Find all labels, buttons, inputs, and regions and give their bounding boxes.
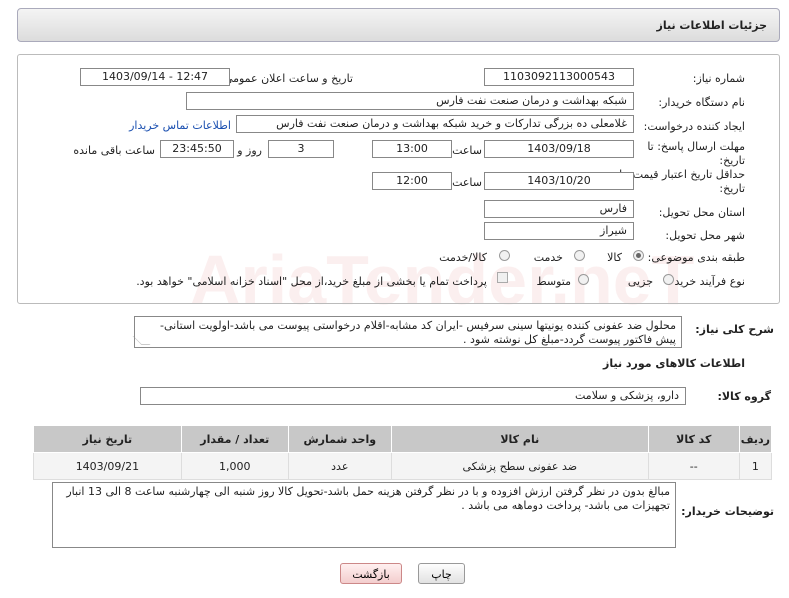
cell-qty: 1,000 bbox=[180, 452, 289, 480]
category-radio-service[interactable] bbox=[574, 250, 585, 261]
days-field[interactable]: 3 bbox=[268, 140, 334, 158]
deadline-label-2: تاریخ: bbox=[719, 154, 745, 167]
province-field[interactable]: فارس bbox=[484, 200, 634, 218]
city-label: شهر محل تحویل: bbox=[665, 229, 745, 242]
deadline-time-field[interactable]: 13:00 bbox=[372, 140, 452, 158]
col-code: کد کالا bbox=[647, 425, 740, 453]
category-label: طبقه بندی موضوعی: bbox=[647, 251, 745, 264]
validity-time-label: ساعت bbox=[452, 176, 482, 189]
goods-group-field[interactable]: دارو، پزشکی و سلامت bbox=[140, 387, 686, 405]
process-label: نوع فرآیند خرید : bbox=[667, 275, 745, 288]
need-number-label: شماره نیاز: bbox=[692, 72, 745, 85]
deadline-date-field[interactable]: 1403/09/18 bbox=[484, 140, 634, 158]
cell-name: ضد عفونی سطح پزشکی bbox=[390, 452, 649, 480]
description-textarea[interactable]: محلول ضد عفونی کننده یونیتها سینی سرفیس … bbox=[132, 316, 682, 348]
treasury-payment-note: پرداخت تمام یا بخشی از مبلغ خرید،از محل … bbox=[136, 275, 487, 288]
deadline-label: مهلت ارسال پاسخ: تا bbox=[647, 140, 745, 153]
goods-table: ردیف کد کالا نام کالا واحد شمارش تعداد /… bbox=[33, 425, 773, 480]
page-title: جزئیات اطلاعات نیاز bbox=[656, 19, 768, 32]
back-button[interactable]: بازگشت bbox=[340, 563, 402, 584]
category-option-goods-service: کالا/خدمت bbox=[439, 251, 487, 264]
description-text: محلول ضد عفونی کننده یونیتها سینی سرفیس … bbox=[160, 319, 676, 346]
cell-unit: عدد bbox=[287, 452, 392, 480]
category-option-goods: کالا bbox=[607, 251, 622, 264]
goods-section-title: اطلاعات کالاهای مورد نیاز bbox=[603, 357, 745, 370]
buyer-notes-textarea[interactable]: مبالغ بدون در نظر گرفتن ارزش افزوده و با… bbox=[52, 482, 676, 548]
process-radio-minor[interactable] bbox=[663, 274, 674, 285]
need-number-field[interactable]: 1103092113000543 bbox=[484, 68, 634, 86]
col-row: ردیف bbox=[738, 425, 773, 453]
col-date: تاریخ نیاز bbox=[33, 425, 182, 453]
resize-grip-icon[interactable] bbox=[132, 336, 151, 345]
buyer-field[interactable]: شبکه بهداشت و درمان صنعت نفت فارس bbox=[186, 92, 634, 110]
creator-label: ایجاد کننده درخواست: bbox=[643, 120, 745, 133]
table-row: 1 -- ضد عفونی سطح پزشکی عدد 1,000 1403/0… bbox=[33, 452, 773, 480]
province-label: استان محل تحویل: bbox=[658, 206, 745, 219]
category-radio-goods[interactable] bbox=[633, 250, 644, 261]
validity-time-field[interactable]: 12:00 bbox=[372, 172, 452, 190]
buyer-notes-text: مبالغ بدون در نظر گرفتن ارزش افزوده و با… bbox=[66, 485, 670, 512]
goods-group-label: گروه کالا: bbox=[717, 390, 771, 403]
cell-date: 1403/09/21 bbox=[33, 452, 182, 480]
description-label: شرح کلی نیاز: bbox=[695, 323, 774, 336]
process-option-medium: متوسط bbox=[536, 275, 571, 288]
process-option-minor: جزیی bbox=[627, 275, 653, 288]
category-radio-goods-service[interactable] bbox=[499, 250, 510, 261]
print-button[interactable]: چاپ bbox=[418, 563, 465, 584]
announce-field[interactable]: 1403/09/14 - 12:47 bbox=[80, 68, 230, 86]
validity-label: حداقل تاریخ اعتبار قیمت: تا bbox=[619, 168, 745, 181]
buyer-contact-link[interactable]: اطلاعات تماس خریدار bbox=[129, 119, 231, 132]
days-label: روز و bbox=[237, 144, 262, 157]
deadline-time-label: ساعت bbox=[452, 144, 482, 157]
cell-code: -- bbox=[647, 452, 740, 480]
validity-label-2: تاریخ: bbox=[719, 182, 745, 195]
city-field[interactable]: شیراز bbox=[484, 222, 634, 240]
treasury-payment-checkbox[interactable] bbox=[497, 272, 508, 283]
page-header: جزئیات اطلاعات نیاز bbox=[17, 8, 780, 42]
validity-date-field[interactable]: 1403/10/20 bbox=[484, 172, 634, 190]
col-qty: تعداد / مقدار bbox=[180, 425, 289, 453]
announce-label: تاریخ و ساعت اعلان عمومی: bbox=[220, 72, 353, 85]
category-option-service: خدمت bbox=[533, 251, 563, 264]
process-radio-medium[interactable] bbox=[578, 274, 589, 285]
remaining-label: ساعت باقی مانده bbox=[73, 144, 155, 157]
col-unit: واحد شمارش bbox=[287, 425, 392, 453]
buyer-notes-label: توضیحات خریدار: bbox=[681, 505, 774, 518]
remaining-field[interactable]: 23:45:50 bbox=[160, 140, 234, 158]
col-name: نام کالا bbox=[390, 425, 649, 453]
cell-row: 1 bbox=[738, 452, 773, 480]
creator-field[interactable]: غلامعلی ده بزرگی تدارکات و خرید شبکه بهد… bbox=[236, 115, 634, 133]
buyer-label: نام دستگاه خریدار: bbox=[658, 96, 745, 109]
